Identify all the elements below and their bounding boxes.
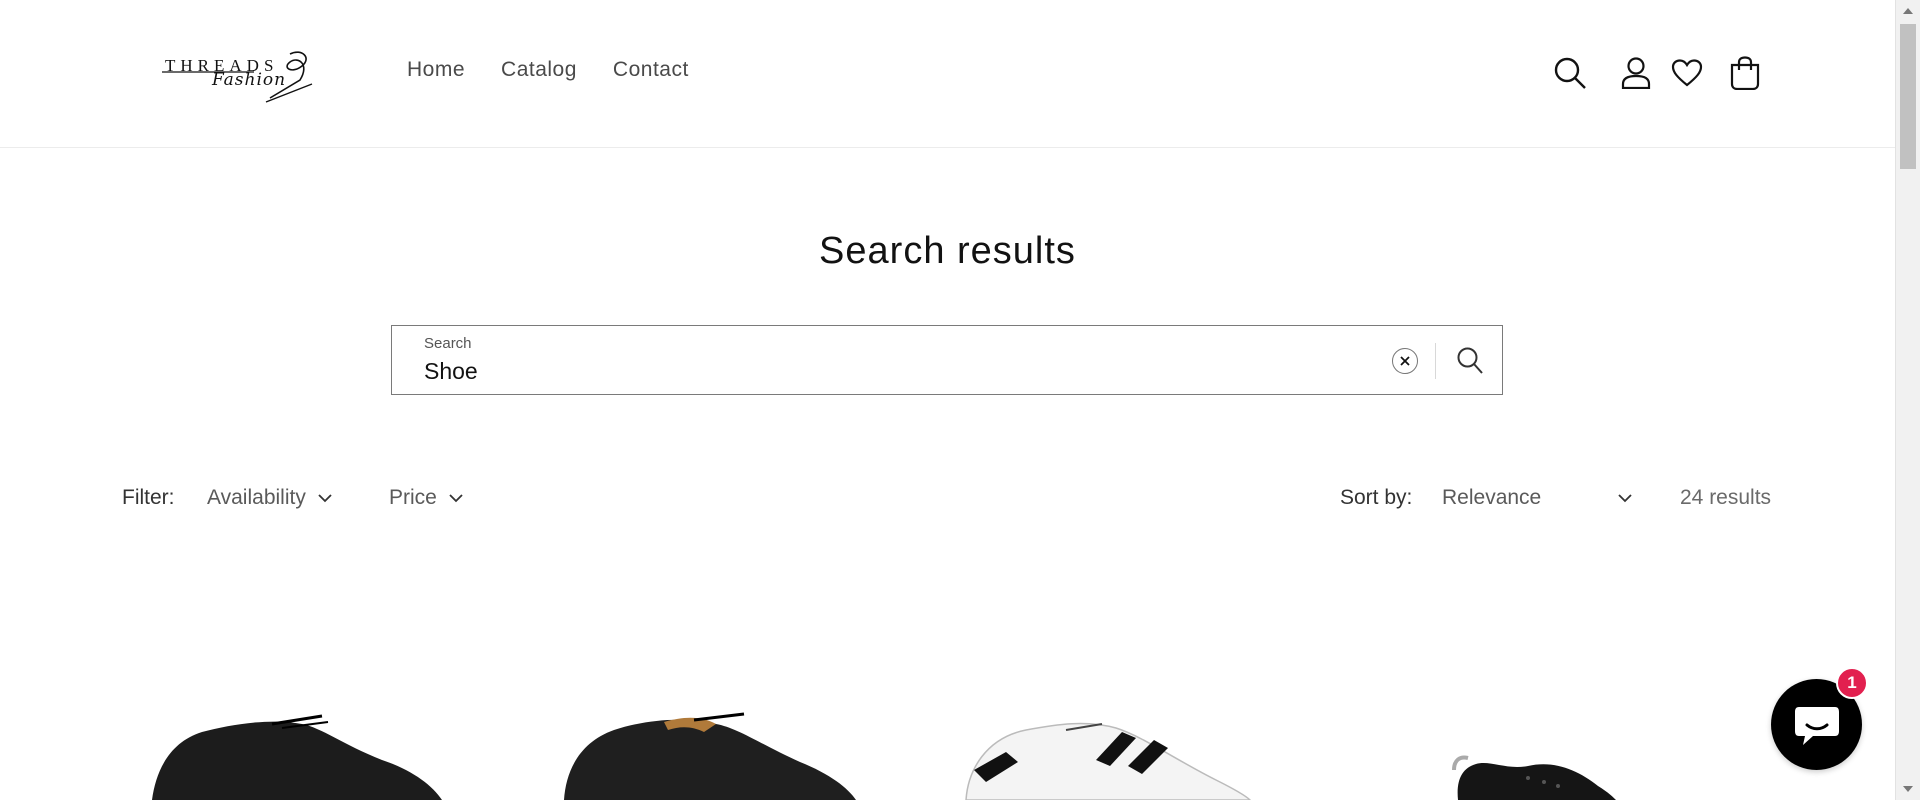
product-image bbox=[1452, 755, 1616, 800]
product-card[interactable] bbox=[122, 620, 502, 800]
chat-notification-badge: 1 bbox=[1836, 667, 1868, 699]
nav-item-contact[interactable]: Contact bbox=[613, 58, 689, 82]
filter-bar: Filter: Availability Price Sort by: Rele… bbox=[122, 486, 1772, 518]
search-form: Search bbox=[391, 325, 1503, 395]
brand-tagline: Fashion bbox=[212, 70, 287, 90]
page-title: Search results bbox=[819, 230, 1076, 272]
product-card[interactable] bbox=[534, 620, 914, 800]
filter-availability-dropdown[interactable]: Availability bbox=[207, 486, 332, 510]
results-count: 24 results bbox=[1680, 486, 1772, 509]
filter-availability-label: Availability bbox=[207, 486, 306, 509]
filter-price-label: Price bbox=[389, 486, 437, 509]
sort-select[interactable]: Relevance bbox=[1442, 486, 1632, 510]
scroll-down-arrow-icon[interactable] bbox=[1903, 786, 1913, 792]
sort-value: Relevance bbox=[1442, 486, 1542, 509]
product-image bbox=[152, 714, 442, 800]
product-card[interactable] bbox=[1358, 620, 1738, 800]
search-input[interactable] bbox=[424, 358, 1324, 385]
chevron-down-icon bbox=[318, 493, 332, 502]
nav-item-catalog[interactable]: Catalog bbox=[501, 58, 577, 82]
search-label: Search bbox=[424, 335, 472, 352]
chevron-down-icon bbox=[1618, 493, 1632, 502]
sort-label: Sort by: bbox=[1340, 486, 1413, 509]
product-image bbox=[564, 712, 856, 800]
product-grid bbox=[122, 620, 1772, 800]
product-card[interactable] bbox=[946, 620, 1326, 800]
search-submit-button[interactable] bbox=[1452, 342, 1488, 380]
scroll-up-arrow-icon[interactable] bbox=[1903, 8, 1913, 14]
filter-label: Filter: bbox=[122, 486, 175, 509]
scroll-thumb[interactable] bbox=[1900, 24, 1916, 169]
product-image bbox=[965, 722, 1252, 800]
page-scrollbar[interactable] bbox=[1895, 0, 1920, 800]
chevron-down-icon bbox=[449, 493, 463, 502]
filter-price-dropdown[interactable]: Price bbox=[389, 486, 463, 510]
chat-bubble-icon bbox=[1794, 706, 1839, 745]
nav-item-home[interactable]: Home bbox=[407, 58, 465, 82]
search-icon bbox=[1457, 347, 1483, 374]
main-nav: Home Catalog Contact bbox=[407, 58, 689, 82]
heart-icon[interactable] bbox=[1667, 50, 1707, 96]
clear-search-button[interactable] bbox=[1392, 348, 1418, 374]
search-icon[interactable] bbox=[1550, 50, 1590, 96]
brand-logo[interactable]: THREADS Fashion bbox=[162, 46, 318, 104]
close-icon bbox=[1400, 356, 1410, 366]
cart-icon[interactable] bbox=[1725, 50, 1765, 96]
search-divider bbox=[1435, 343, 1436, 379]
site-header: THREADS Fashion Home Catalog Contact bbox=[0, 0, 1895, 148]
account-icon[interactable] bbox=[1616, 50, 1656, 96]
header-actions bbox=[1550, 50, 1770, 96]
